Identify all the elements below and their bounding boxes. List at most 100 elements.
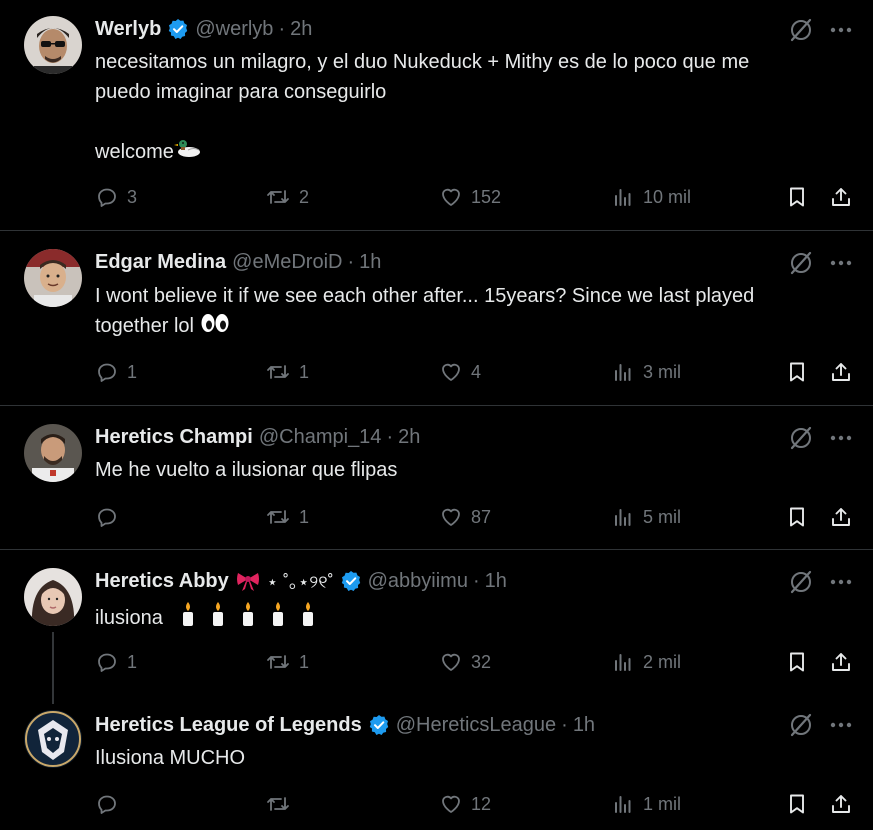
avatar[interactable] [24,249,82,307]
reply-icon [98,653,116,672]
bookmark-button[interactable] [785,647,809,677]
reply-count: 1 [127,361,138,382]
tweet-heretics-league[interactable]: Heretics League of Legends @HereticsLeag… [0,692,873,830]
tweet-text-line: Ilusiona MUCHO [95,747,246,769]
like-button[interactable]: 12 [439,789,491,819]
author-name[interactable]: Heretics Champi [95,426,253,449]
timestamp[interactable]: 1h [485,570,507,593]
views-count: 1 mil [643,793,682,814]
avatar[interactable] [24,710,82,768]
reply-count: 1 [127,651,138,672]
bookmark-button[interactable] [785,357,809,387]
views-count: 5 mil [643,506,682,527]
author-handle[interactable]: @HereticsLeague [396,714,556,737]
retweet-button[interactable] [265,789,299,819]
tweet-actions: 1 1 32 2 mil [95,647,855,677]
bookmark-button[interactable] [785,502,809,532]
more-icon[interactable] [828,250,854,276]
author-handle[interactable]: @abbyiimu [368,570,468,593]
views-button[interactable]: 5 mil [611,502,681,532]
like-count: 4 [471,361,482,382]
views-count: 3 mil [643,361,682,382]
reply-button[interactable]: 3 [95,182,137,212]
tweet-text-word: together lol [95,315,194,337]
retweet-button[interactable]: 1 [265,357,309,387]
like-count: 12 [471,793,492,814]
bookmark-button[interactable] [785,182,809,212]
views-button[interactable]: 1 mil [611,789,681,819]
avatar[interactable] [24,16,82,74]
like-button[interactable]: 4 [439,357,481,387]
more-icon[interactable] [828,569,854,595]
retweet-button[interactable]: 1 [265,647,309,677]
grok-icon[interactable] [788,250,814,276]
timestamp[interactable]: 1h [573,714,595,737]
retweet-count: 1 [299,506,310,527]
share-icon [832,508,850,526]
timestamp[interactable]: 2h [398,426,420,449]
views-button[interactable]: 10 mil [611,182,691,212]
author-name[interactable]: Heretics League of Legends [95,714,362,737]
reply-button[interactable]: 1 [95,357,137,387]
like-button[interactable]: 152 [439,182,501,212]
heart-icon [442,653,460,671]
tweet-header: Heretics League of Legends @HereticsLeag… [95,712,595,738]
tweet-abby[interactable]: Heretics Abby ⋆ ˚｡⋆୨୧˚ @abbyiimu · 1h il… [0,550,873,704]
author-name[interactable]: Edgar Medina [95,251,226,274]
reply-button[interactable] [95,789,127,819]
avatar[interactable] [24,568,82,626]
tweet-text-word: welcome [95,141,174,163]
more-icon[interactable] [828,425,854,451]
more-icon[interactable] [828,17,854,43]
reply-icon [98,795,116,814]
tweet-text-line: ilusiona [95,600,855,637]
duck-emoji-icon [173,137,202,168]
share-icon [832,795,850,813]
tweet-actions: 1 1 4 3 mil [95,357,855,387]
verified-badge-icon [368,714,390,736]
bookmark-icon [790,507,804,527]
reply-button[interactable]: 1 [95,647,137,677]
bookmark-icon [790,794,804,814]
author-name[interactable]: Heretics Abby [95,570,229,593]
share-button[interactable] [829,357,853,387]
views-button[interactable]: 2 mil [611,647,681,677]
reply-button[interactable] [95,502,127,532]
timestamp[interactable]: 1h [359,251,381,274]
grok-icon[interactable] [788,569,814,595]
tweet-emedroid[interactable]: Edgar Medina @eMeDroiD · 1h I wont belie… [0,231,873,405]
share-button[interactable] [829,502,853,532]
like-button[interactable]: 87 [439,502,491,532]
tweet-header: Heretics Abby ⋆ ˚｡⋆୨୧˚ @abbyiimu · 1h [95,568,507,594]
views-button[interactable]: 3 mil [611,357,681,387]
avatar[interactable] [24,424,82,482]
author-handle[interactable]: @werlyb [195,18,273,41]
retweet-count: 1 [299,651,310,672]
retweet-icon [267,190,289,204]
views-count: 10 mil [643,186,692,207]
views-icon [615,364,631,381]
like-button[interactable]: 32 [439,647,491,677]
views-icon [615,654,631,671]
reply-icon [98,188,116,207]
author-handle[interactable]: @eMeDroiD [232,251,342,274]
retweet-button[interactable]: 2 [265,182,309,212]
tweet-text: Ilusiona MUCHO [95,743,855,773]
like-count: 32 [471,651,492,672]
share-button[interactable] [829,789,853,819]
retweet-button[interactable]: 1 [265,502,309,532]
share-button[interactable] [829,182,853,212]
bookmark-button[interactable] [785,789,809,819]
grok-icon[interactable] [788,17,814,43]
views-count: 2 mil [643,651,682,672]
tweet-text-line [95,107,855,137]
author-name[interactable]: Werlyb [95,18,161,41]
author-handle[interactable]: @Champi_14 [259,426,382,449]
share-button[interactable] [829,647,853,677]
tweet-champi[interactable]: Heretics Champi @Champi_14 · 2h Me he vu… [0,406,873,549]
more-icon[interactable] [828,712,854,738]
tweet-werlyb[interactable]: Werlyb @werlyb · 2h necesitamos un milag… [0,0,873,230]
timestamp[interactable]: 2h [290,18,312,41]
grok-icon[interactable] [788,425,814,451]
grok-icon[interactable] [788,712,814,738]
